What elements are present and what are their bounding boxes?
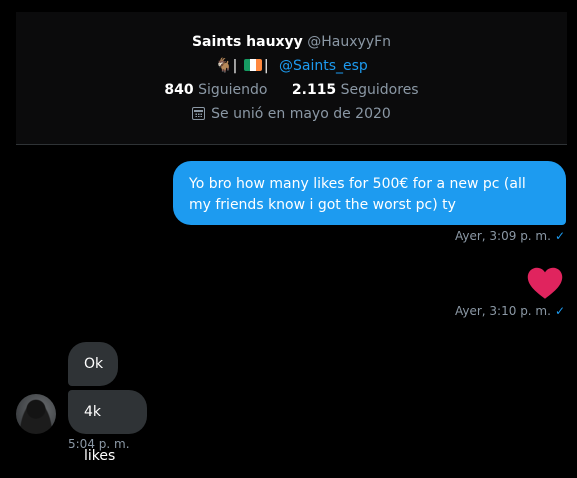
outgoing-message[interactable]: Yo bro how many likes for 500€ for a new…: [173, 161, 566, 225]
bio-separator: |: [263, 58, 269, 74]
bio-separator: |: [232, 58, 238, 74]
message-timestamp: 5:04 p. m.: [68, 437, 130, 451]
check-icon: ✓: [554, 304, 565, 318]
message-timestamp: Ayer, 3:09 p. m. ✓: [455, 229, 565, 243]
joined-text: Se unió en mayo de 2020: [211, 106, 391, 122]
timestamp-text: Ayer, 3:09 p. m.: [454, 229, 551, 243]
following-count[interactable]: 840: [164, 82, 193, 98]
message-timestamp: Ayer, 3:10 p. m. ✓: [455, 304, 565, 318]
profile-joined: Se unió en mayo de 2020: [16, 106, 567, 122]
profile-stats: 840 Siguiendo 2.115 Seguidores: [16, 82, 567, 98]
profile-name-row[interactable]: Saints hauxyy @HauxyyFn: [16, 34, 567, 50]
heart-icon[interactable]: [527, 266, 563, 300]
profile-name[interactable]: Saints hauxyy: [192, 34, 303, 50]
timestamp-text: Ayer, 3:10 p. m.: [454, 304, 551, 318]
ireland-flag-icon: [243, 59, 262, 71]
profile-card: Saints hauxyy @HauxyyFn 🐐| | @Saints_esp…: [16, 12, 567, 145]
bio-link[interactable]: @Saints_esp: [279, 58, 368, 74]
followers-label[interactable]: Seguidores: [341, 82, 419, 98]
incoming-message[interactable]: Ok: [68, 342, 118, 386]
profile-bio: 🐐| | @Saints_esp: [16, 58, 567, 74]
following-label[interactable]: Siguiendo: [198, 82, 267, 98]
incoming-message[interactable]: 4k likes: [68, 390, 147, 464]
goat-icon: 🐐: [215, 58, 233, 74]
calendar-icon: [192, 107, 206, 120]
avatar[interactable]: [16, 394, 56, 434]
profile-handle[interactable]: @HauxyyFn: [307, 34, 391, 50]
followers-count[interactable]: 2.115: [292, 82, 336, 98]
check-icon: ✓: [554, 229, 565, 243]
